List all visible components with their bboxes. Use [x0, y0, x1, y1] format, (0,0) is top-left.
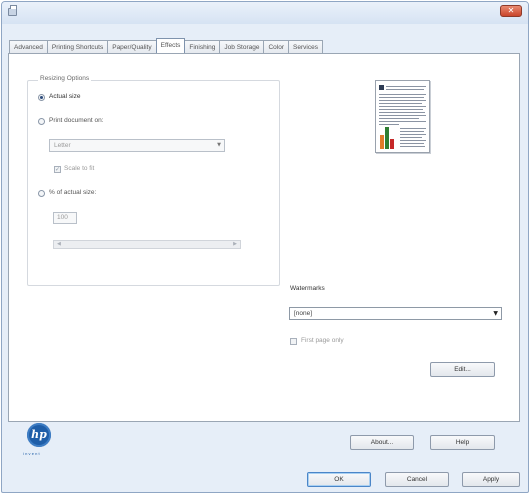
page-preview — [375, 80, 430, 153]
tab-effects[interactable]: Effects — [155, 38, 186, 53]
tab-advanced[interactable]: Advanced — [9, 40, 48, 53]
printer-properties-dialog: ✕ Advanced Printing Shortcuts Paper/Qual… — [1, 1, 529, 493]
close-button[interactable]: ✕ — [500, 5, 522, 17]
percent-input[interactable]: 100 — [53, 212, 77, 224]
resizing-options-group — [27, 80, 280, 286]
about-button[interactable]: About... — [350, 435, 414, 450]
preview-text-line — [379, 112, 425, 113]
percent-slider[interactable]: ◀ ▶ — [53, 240, 241, 249]
tab-services[interactable]: Services — [288, 40, 323, 53]
tab-paper-quality[interactable]: Paper/Quality — [107, 40, 157, 53]
preview-text-line — [386, 89, 424, 90]
chevron-down-icon: ▼ — [217, 142, 221, 148]
preview-text-line — [400, 134, 426, 135]
preview-text-line — [379, 100, 426, 101]
watermarks-label: Watermarks — [290, 285, 325, 292]
tab-finishing[interactable]: Finishing — [184, 40, 221, 53]
first-page-only-label[interactable]: First page only — [301, 337, 344, 344]
paper-size-value: Letter — [54, 142, 71, 149]
print-document-on-radio[interactable] — [38, 118, 45, 125]
actual-size-radio[interactable] — [38, 94, 45, 101]
preview-text-line — [379, 103, 422, 104]
edit-watermark-button[interactable]: Edit... — [430, 362, 495, 377]
apply-button[interactable]: Apply — [462, 472, 520, 487]
tab-printing-shortcuts[interactable]: Printing Shortcuts — [46, 40, 109, 53]
hp-logo: hp — [27, 423, 51, 447]
cancel-button[interactable]: Cancel — [385, 472, 449, 487]
hp-tagline: invent — [23, 451, 41, 456]
chevron-down-icon: ▼ — [493, 310, 498, 317]
percent-actual-size-label[interactable]: % of actual size: — [49, 189, 96, 196]
tab-color[interactable]: Color — [263, 40, 290, 53]
slider-right-arrow-icon[interactable]: ▶ — [233, 241, 237, 248]
preview-text-line — [400, 131, 424, 132]
preview-chart-bar — [385, 127, 389, 149]
ok-button[interactable]: OK — [307, 472, 371, 487]
preview-text-line — [379, 118, 419, 119]
preview-text-line — [379, 121, 426, 122]
printer-icon — [8, 5, 17, 16]
check-icon: ✓ — [55, 166, 61, 173]
print-document-on-label[interactable]: Print document on: — [49, 117, 104, 124]
slider-left-arrow-icon[interactable]: ◀ — [57, 241, 61, 248]
preview-text-line — [379, 97, 424, 98]
preview-text-line — [386, 86, 426, 87]
preview-text-line — [379, 106, 426, 107]
title-bar: ✕ — [2, 2, 528, 24]
tab-strip: Advanced Printing Shortcuts Paper/Qualit… — [9, 38, 323, 53]
close-icon: ✕ — [507, 6, 515, 15]
preview-chart-bar — [380, 135, 384, 149]
scale-to-fit-checkbox[interactable]: ✓ — [54, 166, 61, 173]
preview-chart-bar — [390, 139, 394, 149]
preview-header-block — [379, 85, 384, 90]
tab-job-storage[interactable]: Job Storage — [219, 40, 265, 53]
preview-text-line — [379, 109, 423, 110]
percent-actual-size-radio[interactable] — [38, 190, 45, 197]
scale-to-fit-label[interactable]: Scale to fit — [64, 165, 94, 172]
preview-text-line — [379, 124, 399, 125]
preview-text-line — [379, 115, 426, 116]
first-page-only-checkbox[interactable] — [290, 338, 297, 345]
preview-text-line — [400, 140, 426, 141]
preview-text-line — [400, 146, 425, 147]
preview-text-line — [400, 137, 422, 138]
watermark-value: [none] — [294, 310, 313, 317]
actual-size-label[interactable]: Actual size — [49, 93, 80, 100]
help-button[interactable]: Help — [430, 435, 495, 450]
preview-text-line — [379, 94, 426, 95]
resizing-options-title: Resizing Options — [38, 75, 92, 82]
watermark-select[interactable]: [none] ▼ — [289, 307, 502, 320]
preview-text-line — [400, 143, 424, 144]
paper-size-select[interactable]: Letter ▼ — [49, 139, 225, 152]
preview-text-line — [400, 128, 426, 129]
